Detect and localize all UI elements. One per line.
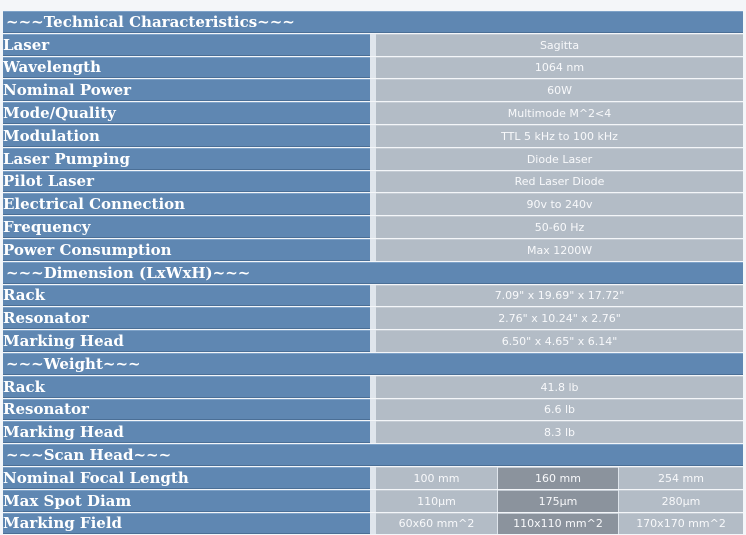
spec-value: 100 mm [376, 466, 497, 489]
spec-row-weight-resonator: Resonator 6.6 lb [3, 398, 744, 421]
spec-row-marking-field: Marking Field 60x60 mm^2 110x110 mm^2 17… [3, 512, 744, 535]
spec-value: 6.6 lb [376, 398, 744, 421]
spec-value-highlight: 110x110 mm^2 [498, 512, 618, 535]
section-title: ~~~Weight~~~ [3, 352, 744, 375]
section-header-scan-head: ~~~Scan Head~~~ [3, 444, 744, 466]
section-title: ~~~Technical Characteristics~~~ [3, 11, 744, 33]
spec-label: Mode/Quality [3, 102, 370, 124]
spec-value: Multimode M^2<4 [376, 102, 744, 124]
spec-row-laser: Laser Sagitta [3, 33, 744, 56]
spec-label: Modulation [3, 124, 370, 147]
spec-value: 254 mm [619, 466, 744, 489]
spec-value: Sagitta [376, 33, 744, 56]
spec-value: 41.8 lb [376, 375, 744, 398]
spec-row-modulation: Modulation TTL 5 kHz to 100 kHz [3, 124, 744, 147]
spec-value: Max 1200W [376, 238, 744, 261]
spec-row-laser-pumping: Laser Pumping Diode Laser [3, 147, 744, 170]
section-title: ~~~Dimension (LxWxH)~~~ [3, 261, 744, 284]
spec-value-highlight: 160 mm [498, 466, 618, 489]
spec-row-wavelength: Wavelength 1064 nm [3, 56, 744, 79]
spec-label: Electrical Connection [3, 193, 370, 216]
spec-label: Laser Pumping [3, 147, 370, 170]
spec-label: Marking Head [3, 330, 370, 352]
spec-row-power-consumption: Power Consumption Max 1200W [3, 238, 744, 261]
spec-label: Laser [3, 33, 370, 56]
spec-value: 2.76" x 10.24" x 2.76" [376, 307, 744, 330]
spec-value: 1064 nm [376, 56, 744, 79]
spec-label: Marking Field [3, 512, 370, 535]
section-header-technical: ~~~Technical Characteristics~~~ [3, 11, 744, 33]
spec-label: Power Consumption [3, 238, 370, 261]
section-header-weight: ~~~Weight~~~ [3, 352, 744, 375]
spec-row-weight-marking-head: Marking Head 8.3 lb [3, 421, 744, 444]
spec-label: Wavelength [3, 56, 370, 79]
spec-value: 170x170 mm^2 [619, 512, 744, 535]
spec-label: Frequency [3, 216, 370, 238]
spec-table: ~~~Technical Characteristics~~~ Laser Sa… [3, 10, 744, 535]
spec-row-frequency: Frequency 50-60 Hz [3, 216, 744, 238]
spec-label: Rack [3, 375, 370, 398]
spec-row-pilot-laser: Pilot Laser Red Laser Diode [3, 170, 744, 193]
spec-row-mode-quality: Mode/Quality Multimode M^2<4 [3, 102, 744, 124]
spec-label: Pilot Laser [3, 170, 370, 193]
spec-value: 280µm [619, 489, 744, 512]
spec-row-dimension-rack: Rack 7.09" x 19.69" x 17.72" [3, 284, 744, 307]
spec-value: Diode Laser [376, 147, 744, 170]
spec-value: TTL 5 kHz to 100 kHz [376, 124, 744, 147]
spec-value: 60W [376, 79, 744, 102]
spec-value: 60x60 mm^2 [376, 512, 497, 535]
spec-value: 110µm [376, 489, 497, 512]
spec-row-dimension-resonator: Resonator 2.76" x 10.24" x 2.76" [3, 307, 744, 330]
spec-label: Nominal Power [3, 79, 370, 102]
spec-row-focal-length: Nominal Focal Length 100 mm 160 mm 254 m… [3, 466, 744, 489]
spec-value-highlight: 175µm [498, 489, 618, 512]
section-title: ~~~Scan Head~~~ [3, 444, 744, 466]
spec-row-weight-rack: Rack 41.8 lb [3, 375, 744, 398]
spec-value: 6.50" x 4.65" x 6.14" [376, 330, 744, 352]
spec-label: Rack [3, 284, 370, 307]
spec-row-nominal-power: Nominal Power 60W [3, 79, 744, 102]
spec-label: Max Spot Diam [3, 489, 370, 512]
spec-value: 90v to 240v [376, 193, 744, 216]
spec-row-electrical-connection: Electrical Connection 90v to 240v [3, 193, 744, 216]
spec-label: Nominal Focal Length [3, 466, 370, 489]
spec-value: Red Laser Diode [376, 170, 744, 193]
spec-row-dimension-marking-head: Marking Head 6.50" x 4.65" x 6.14" [3, 330, 744, 352]
spec-row-spot-diam: Max Spot Diam 110µm 175µm 280µm [3, 489, 744, 512]
spec-label: Marking Head [3, 421, 370, 444]
section-header-dimension: ~~~Dimension (LxWxH)~~~ [3, 261, 744, 284]
spec-value: 7.09" x 19.69" x 17.72" [376, 284, 744, 307]
spec-label: Resonator [3, 307, 370, 330]
spec-value: 50-60 Hz [376, 216, 744, 238]
spec-label: Resonator [3, 398, 370, 421]
spec-value: 8.3 lb [376, 421, 744, 444]
